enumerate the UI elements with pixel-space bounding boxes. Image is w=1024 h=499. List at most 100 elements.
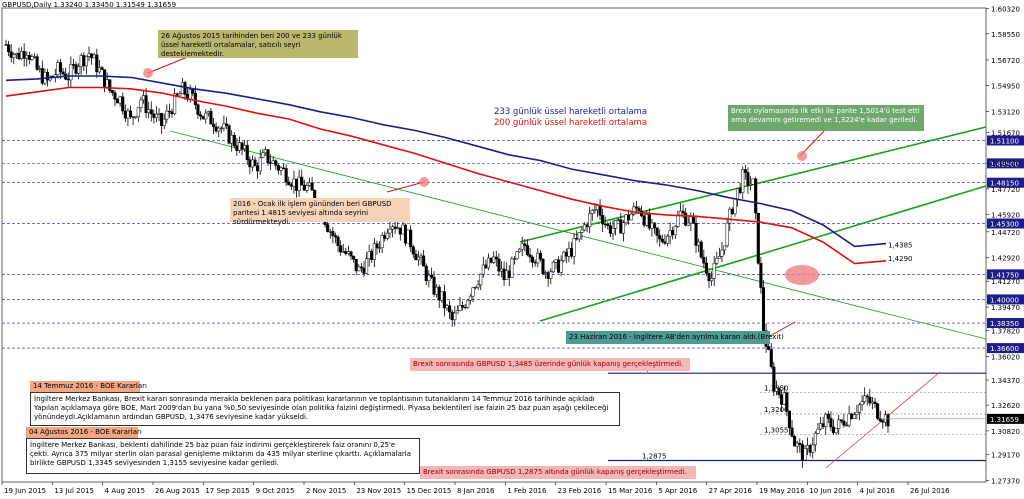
candle-body — [409, 229, 413, 248]
candle-body — [9, 51, 13, 58]
boe-aug-title: 04 Ağustos 2016 - BOE Kararları — [26, 427, 142, 438]
candle-body — [7, 44, 11, 53]
candle-body — [463, 306, 467, 309]
candle-body — [333, 235, 338, 238]
annotation-aug2015: 26 Ağustos 2015 tarihinden beri 200 ve 2… — [158, 30, 358, 58]
y-tick-label: 1.53120 — [991, 109, 1020, 117]
candle-body — [20, 51, 24, 59]
candle-body — [204, 112, 208, 120]
candle-body — [489, 257, 493, 263]
candle-body — [196, 104, 200, 115]
candle-body — [590, 209, 594, 214]
candle-body — [30, 56, 34, 60]
y-tick-label: 1.44720 — [991, 229, 1020, 237]
candle-body — [289, 184, 293, 187]
candle-body — [123, 110, 127, 119]
candle-body — [307, 182, 312, 186]
candle-body — [427, 275, 431, 281]
candle-body — [473, 286, 478, 289]
candle-body — [855, 411, 859, 415]
y-tick-label: 1.27370 — [991, 477, 1020, 485]
candle-body — [139, 99, 143, 108]
candle-body — [741, 169, 745, 193]
candle-body — [650, 222, 654, 229]
candle-body — [357, 266, 361, 272]
x-tick-label: 19 Jun 2015 — [4, 487, 46, 495]
candle-body — [577, 232, 581, 240]
candle-body — [222, 123, 226, 129]
candle-body — [588, 213, 592, 228]
boe-aug-text: İngiltere Merkez Bankası, beklenti dahil… — [26, 438, 420, 474]
candle-body — [326, 224, 330, 232]
candle-body — [346, 251, 350, 254]
candle-body — [546, 272, 550, 279]
x-tick-label: 4 Aug 2015 — [105, 487, 145, 495]
x-tick-label: 13 Jul 2015 — [54, 487, 94, 495]
candle-body — [149, 109, 153, 115]
x-tick-label: 9 Oct 2015 — [256, 487, 295, 495]
candle-body — [754, 178, 758, 214]
candle-body — [678, 210, 683, 216]
candle-body — [580, 229, 584, 233]
boe-july-title: 14 Temmuz 2016 - BOE Kararları — [30, 381, 147, 392]
candle-body — [834, 428, 838, 434]
candle-body — [883, 414, 887, 423]
annotation-jan2016: 2016 - Ocak ilk işlem gününden beri GBPU… — [230, 198, 410, 226]
candle-body — [297, 176, 301, 191]
candle-body — [375, 243, 379, 249]
candle-body — [720, 249, 724, 257]
legend-ema233: 233 günlük üssel hareketli ortalama — [494, 107, 648, 117]
candle-body — [209, 111, 213, 125]
candle-body — [707, 273, 711, 282]
candle-body — [476, 284, 480, 288]
candle-body — [772, 366, 776, 392]
candle-body — [494, 256, 498, 260]
y-tick-label: 1.54950 — [991, 82, 1020, 90]
candle-body — [468, 295, 472, 301]
candle-body — [349, 251, 353, 257]
candle-body — [383, 234, 387, 239]
candle-body — [341, 251, 345, 253]
candle-body — [406, 229, 410, 244]
candle-body — [445, 305, 449, 309]
candle-body — [82, 55, 86, 67]
candle-body — [227, 125, 231, 144]
candle-body — [748, 184, 753, 186]
candle-body — [378, 247, 382, 249]
candle-body — [881, 420, 885, 423]
candle-body — [282, 167, 286, 169]
candle-body — [857, 404, 862, 413]
candle-body — [505, 270, 509, 280]
sr-label: 1,3055 — [764, 427, 789, 435]
candle-body — [608, 225, 612, 234]
candle-body — [108, 79, 112, 91]
candle-body — [702, 256, 706, 264]
ma-end-label: 1,4290 — [888, 255, 913, 263]
candle-body — [240, 142, 244, 150]
candle-body — [811, 444, 815, 453]
candle-body — [761, 287, 766, 331]
candle-body — [860, 401, 864, 406]
candle-body — [767, 346, 771, 350]
level-label: 1.36600 — [990, 345, 1019, 353]
candle-body — [237, 142, 242, 151]
candle-body — [689, 216, 693, 224]
candle-body — [549, 271, 553, 279]
candle-body — [676, 214, 680, 227]
candle-body — [25, 55, 29, 59]
candle-body — [455, 310, 459, 314]
current-price-label: 1.31659 — [990, 416, 1019, 424]
candle-body — [582, 224, 587, 231]
candle-body — [276, 165, 280, 171]
candle-body — [372, 243, 376, 260]
candle-body — [723, 245, 727, 251]
candle-body — [128, 110, 133, 117]
candle-body — [121, 96, 125, 112]
candle-body — [362, 267, 366, 274]
candle-body — [71, 64, 75, 66]
candle-body — [756, 212, 760, 264]
candle-body — [803, 448, 807, 461]
candle-body — [567, 248, 571, 257]
candle-body — [77, 66, 81, 74]
y-tick-label: 1.47720 — [991, 186, 1020, 194]
